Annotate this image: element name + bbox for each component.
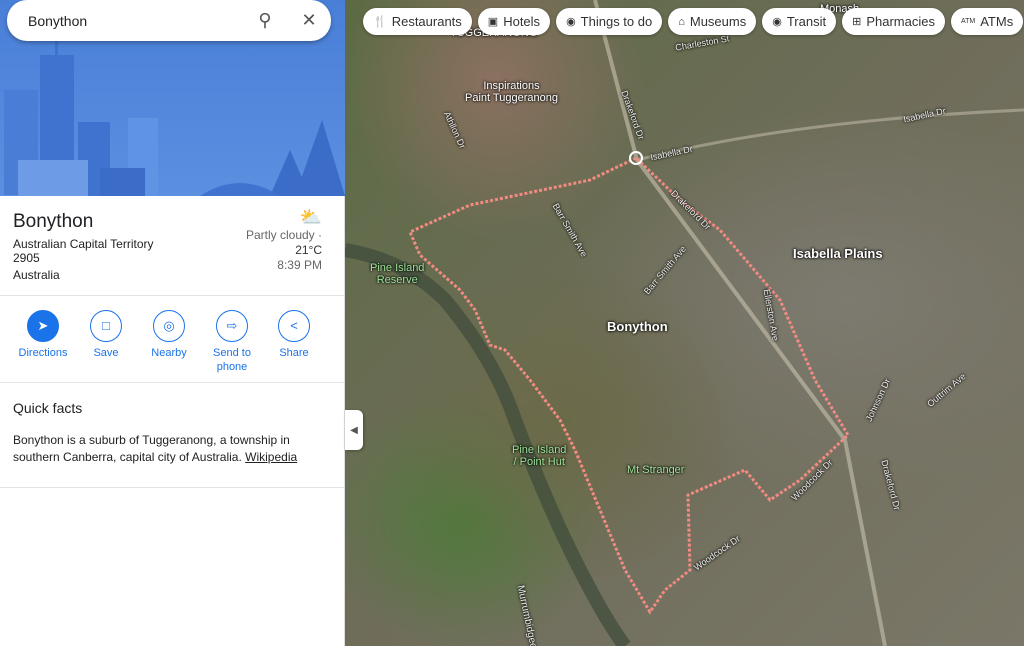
search-icon[interactable]: ⚲ — [243, 10, 287, 31]
wikipedia-link[interactable]: Wikipedia — [245, 450, 297, 464]
search-box[interactable]: Bonython ⚲ ✕ — [7, 0, 331, 41]
map-label-isabella-plains: Isabella Plains — [793, 246, 883, 261]
directions-label: Directions — [18, 347, 68, 359]
directions-button[interactable]: ➤ Directions — [12, 310, 74, 360]
map-label-mt-stranger: Mt Stranger — [627, 464, 685, 476]
chip-label: ATMs — [980, 14, 1014, 29]
send-to-phone-button[interactable]: ⇨ Send to phone — [201, 310, 263, 374]
chip-label: Transit — [786, 14, 827, 29]
suburb-boundary — [408, 156, 850, 615]
nearby-button[interactable]: ◎ Nearby — [138, 310, 200, 360]
map-label-point-hut: Pine Island / Point Hut — [512, 444, 567, 468]
collapse-panel-button[interactable]: ◀ — [345, 410, 363, 450]
chip-hotels[interactable]: ▣ Hotels — [477, 8, 551, 35]
chip-label: Museums — [689, 14, 747, 29]
transit-icon: ◉ — [772, 16, 782, 28]
chip-label: Pharmacies — [866, 14, 935, 29]
map-label-pine-island-reserve: Pine Island Reserve — [370, 262, 425, 286]
address-line: 2905 — [13, 251, 40, 265]
chip-label: Things to do — [580, 14, 653, 29]
chip-label: Hotels — [503, 14, 541, 29]
museum-icon: ⌂ — [678, 15, 685, 28]
nearby-icon: ◎ — [153, 310, 185, 342]
satellite-map[interactable]: TUGGERANONG Inspirations Paint Tuggerano… — [345, 0, 1024, 646]
chip-transit[interactable]: ◉ Transit — [762, 8, 837, 35]
directions-icon: ➤ — [27, 310, 59, 342]
share-button[interactable]: < Share — [263, 310, 325, 360]
share-icon: < — [278, 310, 310, 342]
map-label-bonython: Bonython — [607, 319, 668, 334]
chip-label: Restaurants — [391, 14, 462, 29]
river — [345, 243, 631, 646]
chip-museums[interactable]: ⌂ Museums — [668, 8, 757, 35]
atm-icon: ATM — [960, 18, 976, 25]
address-line: Australia — [13, 268, 60, 282]
divider — [0, 295, 345, 296]
search-input[interactable]: Bonython — [28, 13, 243, 29]
pharmacy-icon: ⊞ — [852, 16, 862, 28]
side-panel: Bonython ⚲ ✕ Bonython Australian Capital… — [0, 0, 345, 646]
chip-atms[interactable]: ATM ATMs — [950, 8, 1024, 35]
road-isabella — [636, 108, 1024, 162]
map-label-inspirations[interactable]: Inspirations Paint Tuggeranong — [465, 80, 558, 104]
camera-icon: ◉ — [566, 16, 576, 28]
hotel-icon: ▣ — [487, 16, 499, 28]
map-overlay — [345, 0, 1024, 646]
chip-things-to-do[interactable]: ◉ Things to do — [556, 8, 663, 35]
weather-time: 8:39 PM — [277, 258, 322, 272]
save-label: Save — [93, 347, 119, 359]
weather: ⛅ Partly cloudy · 21°C 8:39 PM — [246, 206, 322, 273]
bookmark-icon: □ — [90, 310, 122, 342]
divider — [0, 382, 345, 383]
divider — [0, 487, 345, 488]
restaurant-icon: 🍴 — [373, 16, 387, 28]
address-line: Australian Capital Territory — [13, 237, 154, 251]
place-title: Bonython — [13, 211, 94, 232]
weather-temperature: 21°C — [295, 243, 322, 257]
chip-restaurants[interactable]: 🍴 Restaurants — [363, 8, 472, 35]
quick-facts-text: Bonython is a suburb of Tuggeranong, a t… — [13, 432, 323, 466]
partly-cloudy-icon: ⛅ — [299, 207, 322, 227]
weather-condition: Partly cloudy · — [245, 228, 322, 242]
share-label: Share — [279, 347, 309, 359]
close-icon[interactable]: ✕ — [287, 10, 331, 31]
category-chips: 🍴 Restaurants ▣ Hotels ◉ Things to do ⌂ Muse… — [363, 8, 1024, 35]
send-to-phone-label: Send to phone — [213, 347, 251, 373]
send-to-phone-icon: ⇨ — [216, 310, 248, 342]
quick-facts-heading: Quick facts — [13, 400, 83, 416]
chip-pharmacies[interactable]: ⊞ Pharmacies — [842, 8, 945, 35]
save-button[interactable]: □ Save — [75, 310, 137, 360]
nearby-label: Nearby — [151, 347, 187, 359]
